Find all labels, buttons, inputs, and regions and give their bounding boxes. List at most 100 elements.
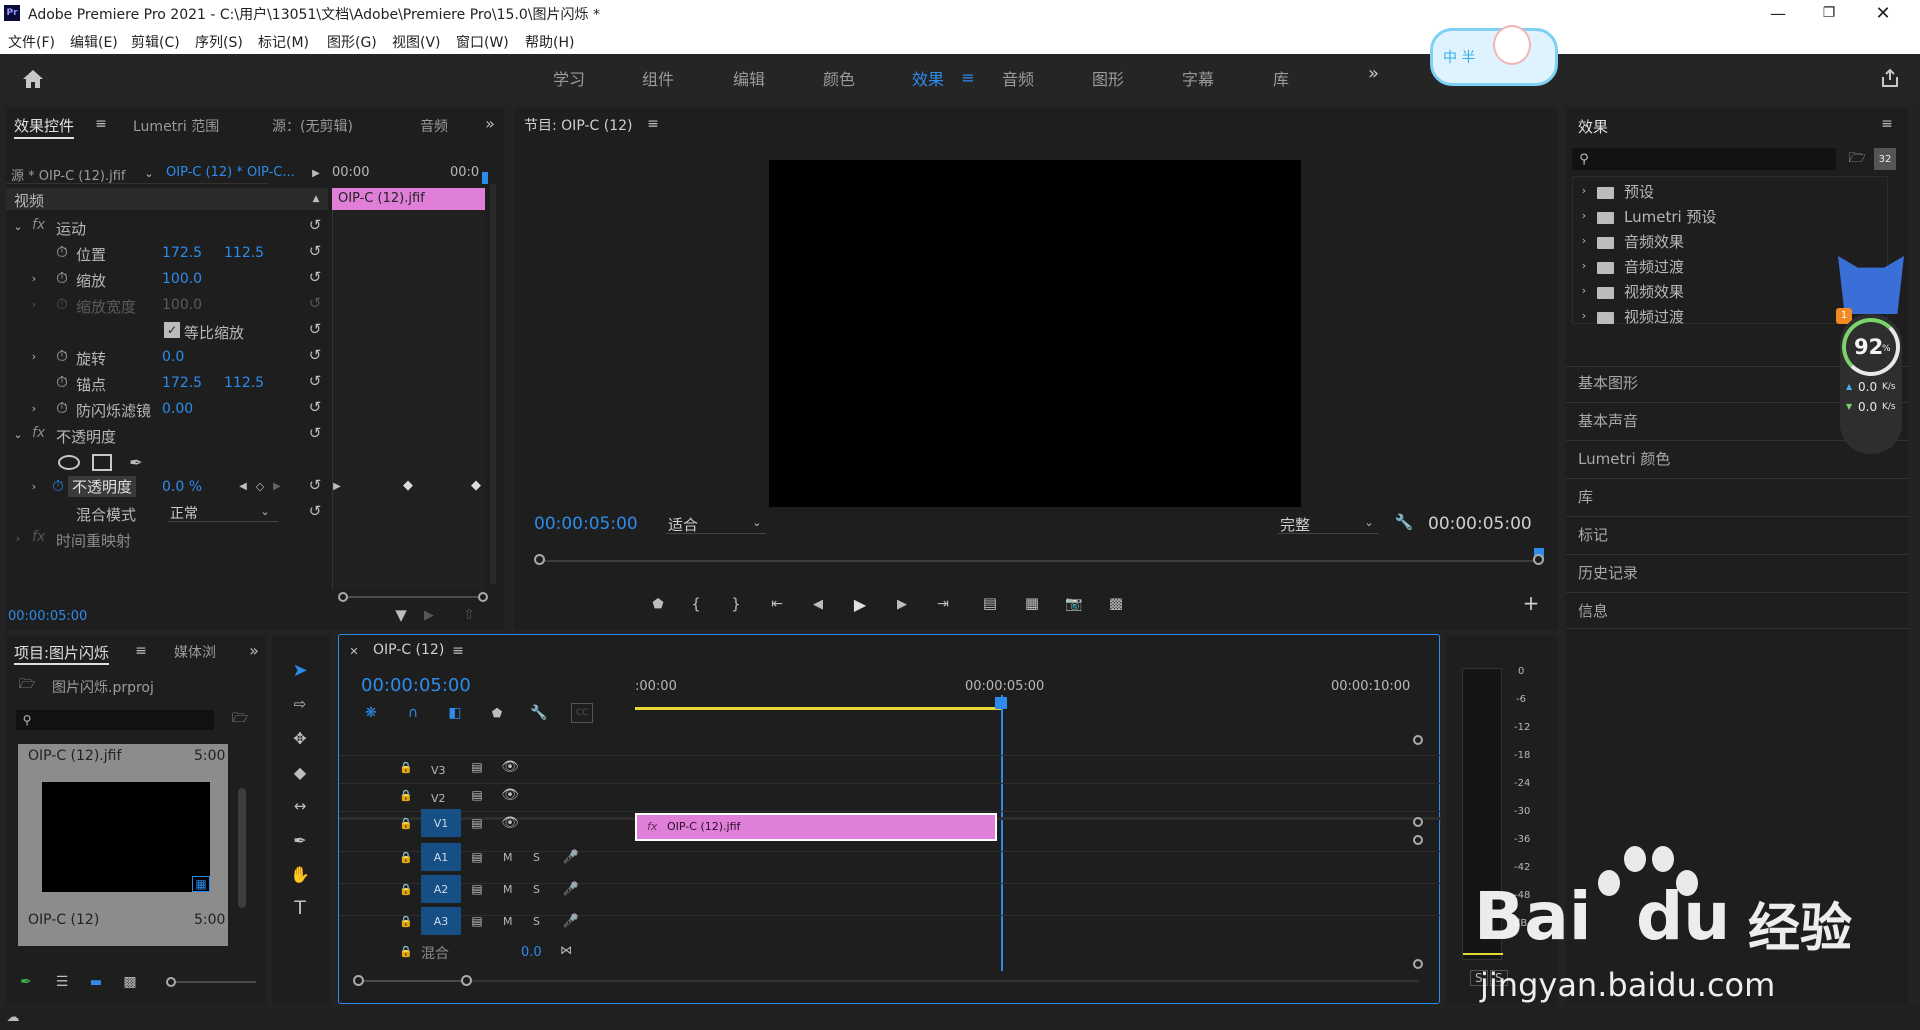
type-tool-icon[interactable]: T: [288, 896, 312, 920]
panel-menu-icon[interactable]: ≡: [94, 116, 108, 132]
play-icon[interactable]: ▶: [850, 594, 870, 614]
zoom-slider[interactable]: [166, 977, 258, 987]
panel-menu-icon[interactable]: ≡: [134, 642, 148, 660]
ws-more-icon[interactable]: »: [1368, 63, 1379, 84]
mute-button[interactable]: M: [503, 915, 513, 928]
sync-lock-icon[interactable]: ▤: [469, 913, 485, 929]
play-only-icon[interactable]: ▶: [310, 165, 322, 181]
loop-icon[interactable]: ▶: [420, 606, 438, 624]
tab-lumetri-scopes[interactable]: Lumetri 范围: [133, 116, 219, 136]
track-target-v1[interactable]: V1: [421, 809, 461, 837]
work-area-bar[interactable]: [635, 707, 1001, 710]
step-back-icon[interactable]: ◀: [808, 594, 828, 614]
rectangle-mask-icon[interactable]: [92, 454, 112, 471]
reset-scale-icon[interactable]: ↺: [306, 268, 324, 286]
wrench-icon[interactable]: 🔧: [1394, 512, 1414, 532]
program-ruler-end-handle[interactable]: [1533, 554, 1544, 565]
menu-sequence[interactable]: 序列(S): [195, 32, 243, 52]
tab-effect-controls[interactable]: 效果控件: [14, 115, 75, 139]
position-y-value[interactable]: 112.5: [224, 245, 264, 261]
ec-zoom-handle-right[interactable]: [478, 592, 488, 602]
ws-tab-edit[interactable]: 编辑: [733, 66, 765, 90]
microphone-icon[interactable]: 🎤: [563, 881, 579, 897]
folder-item-lumetri-presets[interactable]: › Lumetri 预设: [1573, 204, 1889, 228]
ws-tab-effects[interactable]: 效果: [912, 66, 944, 90]
reset-blend-icon[interactable]: ↺: [306, 502, 324, 520]
wrench-icon[interactable]: 🔧: [529, 703, 549, 723]
ec-timecode[interactable]: 00:00:05:00: [8, 609, 87, 624]
stopwatch-scale-icon[interactable]: ⏱: [54, 269, 70, 287]
add-marker-icon[interactable]: ⬟: [648, 594, 668, 614]
timeline-ruler[interactable]: :00:00 00:00:05:00 00:00:10:00: [635, 679, 1411, 731]
track-select-tool-icon[interactable]: ⇨: [288, 692, 312, 716]
timeline-timecode[interactable]: 00:00:05:00: [361, 675, 471, 696]
scale-value[interactable]: 100.0: [162, 271, 202, 287]
pen-mask-icon[interactable]: ✒: [126, 452, 146, 472]
step-forward-icon[interactable]: ▶: [892, 594, 912, 614]
go-to-end-icon[interactable]: ⋈: [557, 941, 575, 959]
program-ruler-start-handle[interactable]: [534, 554, 545, 565]
snap-icon[interactable]: ∩: [403, 703, 423, 723]
razor-tool-icon[interactable]: ◆: [288, 760, 312, 784]
lock-icon[interactable]: 🔒: [399, 815, 413, 831]
track-target-a2[interactable]: A2: [421, 875, 461, 903]
stopwatch-opacity-active-icon[interactable]: ⏱: [50, 477, 66, 495]
section-essential-graphics[interactable]: 基本图形: [1578, 372, 1638, 393]
linked-selection-icon[interactable]: ◧: [445, 703, 465, 723]
blend-mode-select[interactable]: 正常 ⌄: [168, 502, 278, 522]
network-monitor-widget[interactable]: 1 92 % ▲ 0.0 K/s ▼ 0.0 K/s: [1836, 256, 1906, 566]
stopwatch-rotation-icon[interactable]: ⏱: [54, 347, 70, 365]
export-frame-icon[interactable]: 📷: [1064, 594, 1084, 614]
program-time-ruler[interactable]: [534, 548, 1544, 566]
panel-more-icon[interactable]: »: [482, 114, 498, 133]
opacity-group-label[interactable]: 不透明度: [56, 426, 116, 447]
restore-icon[interactable]: ❐: [1806, 0, 1852, 26]
lift-icon[interactable]: ▤: [978, 592, 1002, 614]
solo-button[interactable]: S: [533, 915, 540, 928]
folder-item-presets[interactable]: › 预设: [1573, 179, 1889, 203]
go-to-in-icon[interactable]: ⇤: [766, 594, 788, 614]
timeline-zoom-right-handle[interactable]: [461, 975, 472, 986]
ws-tab-assembly[interactable]: 组件: [642, 66, 674, 90]
project-search-input[interactable]: ⚲: [16, 710, 214, 730]
microphone-icon[interactable]: 🎤: [563, 913, 579, 929]
antiflicker-value[interactable]: 0.00: [162, 401, 193, 417]
menu-file[interactable]: 文件(F): [8, 32, 55, 52]
menu-window[interactable]: 窗口(W): [456, 32, 509, 52]
share-icon[interactable]: [1878, 66, 1902, 90]
section-markers[interactable]: 标记: [1578, 524, 1608, 545]
panel-more-icon[interactable]: »: [246, 641, 262, 660]
chevron-right-icon[interactable]: ›: [28, 270, 40, 286]
list-view-icon[interactable]: ☰: [52, 972, 72, 992]
slip-tool-icon[interactable]: ↔: [288, 794, 312, 818]
source-clip-label[interactable]: 源 * OIP-C (12).jfif: [11, 165, 125, 184]
menu-marker[interactable]: 标记(M): [258, 32, 309, 52]
collapse-up-icon[interactable]: ▲: [310, 191, 322, 207]
menu-view[interactable]: 视图(V): [392, 32, 441, 52]
tab-audio[interactable]: 音频: [420, 116, 448, 136]
add-keyframe-icon[interactable]: ◇: [254, 477, 266, 495]
close-icon[interactable]: ✕: [1860, 0, 1906, 26]
ws-tab-learn[interactable]: 学习: [553, 66, 585, 90]
ws-tab-color[interactable]: 颜色: [823, 66, 855, 90]
chevron-expanded-icon[interactable]: ⌄: [12, 426, 24, 442]
track-name-v2[interactable]: V2: [431, 792, 446, 805]
track-name-v3[interactable]: V3: [431, 764, 446, 777]
meter-solo-button-2[interactable]: S: [1490, 970, 1508, 986]
captions-icon[interactable]: CC: [571, 703, 593, 723]
reset-uniform-icon[interactable]: ↺: [306, 320, 324, 338]
reset-antiflicker-icon[interactable]: ↺: [306, 398, 324, 416]
mute-button[interactable]: M: [503, 883, 513, 896]
effects-title[interactable]: 效果: [1578, 116, 1608, 137]
filter-icon[interactable]: ▼: [392, 606, 410, 624]
extract-icon[interactable]: ▦: [1020, 592, 1044, 614]
ws-tab-libraries[interactable]: 库: [1273, 66, 1289, 90]
menu-help[interactable]: 帮助(H): [525, 32, 574, 52]
sequence-clip-label[interactable]: OIP-C (12) * OIP-C...: [166, 165, 295, 180]
nest-icon[interactable]: ❋: [361, 703, 381, 723]
sync-lock-icon[interactable]: ▤: [469, 787, 485, 803]
video-scroll-handle-bottom[interactable]: [1413, 817, 1423, 827]
track-target-a1[interactable]: A1: [421, 843, 461, 871]
ws-tab-captions[interactable]: 字幕: [1182, 66, 1214, 90]
ws-tab-graphics[interactable]: 图形: [1092, 66, 1124, 90]
